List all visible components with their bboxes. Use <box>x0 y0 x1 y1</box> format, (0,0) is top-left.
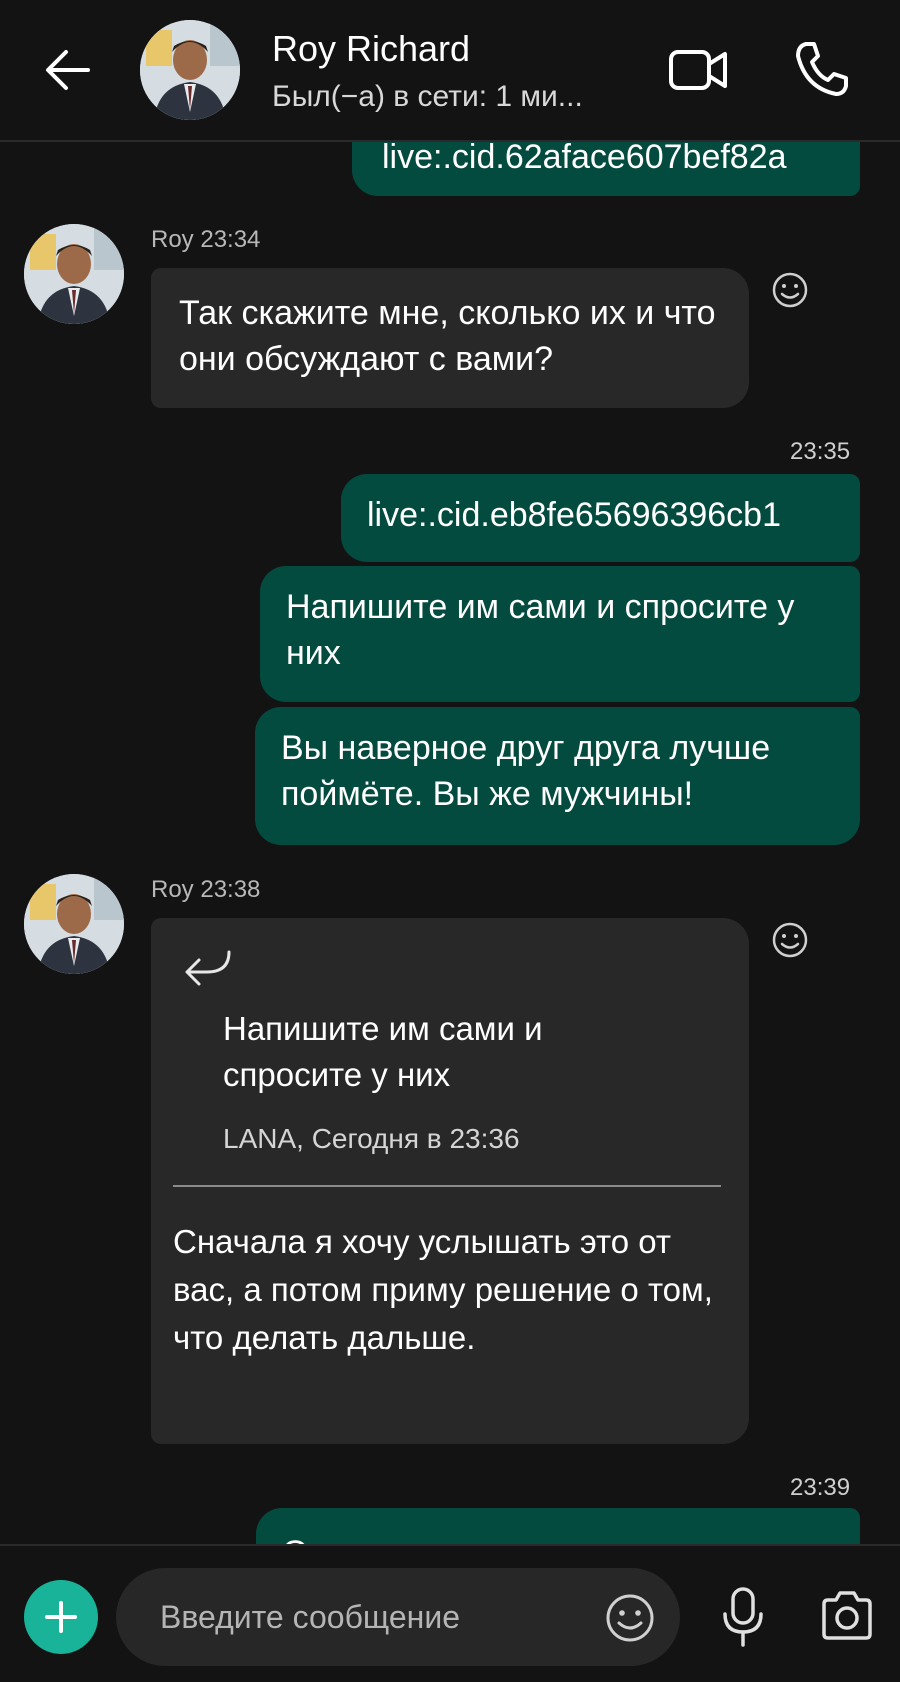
incoming-reply-message[interactable]: Напишите им сами и спросите у них LANA, … <box>151 918 749 1444</box>
message-composer <box>0 1544 900 1682</box>
video-call-button[interactable] <box>668 42 730 98</box>
emoji-button[interactable] <box>604 1592 656 1644</box>
phone-icon <box>796 42 848 96</box>
chat-screen: Roy Richard Был(−а) в сети: 1 ми... live… <box>0 0 900 1682</box>
contact-status: Был(−а) в сети: 1 ми... <box>272 80 583 113</box>
plus-icon <box>45 1601 77 1633</box>
smiley-icon <box>606 1594 654 1642</box>
message-time: 23:35 <box>790 438 851 465</box>
back-button[interactable] <box>38 38 102 102</box>
outgoing-message[interactable]: Вы наверное друг друга лучше поймёте. Вы… <box>255 707 860 845</box>
contact-avatar[interactable] <box>140 20 240 120</box>
message-text: Так скажите мне, сколько их и что они об… <box>179 294 716 378</box>
camera-button[interactable] <box>818 1588 876 1644</box>
add-attachment-button[interactable] <box>24 1580 98 1654</box>
quoted-message-text[interactable]: Напишите им сами и спросите у них <box>223 1006 643 1098</box>
avatar-photo <box>24 224 124 324</box>
voice-message-button[interactable] <box>720 1586 766 1648</box>
camera-icon <box>822 1591 872 1640</box>
sender-avatar[interactable] <box>24 224 124 324</box>
quoted-message-author: LANA, Сегодня в 23:36 <box>223 1123 520 1154</box>
message-sender-time: Roy 23:34 <box>151 226 261 253</box>
outgoing-message[interactable]: Напишите им сами и спросите у них <box>260 566 860 702</box>
message-time: 23:39 <box>790 1474 851 1501</box>
arrow-left-icon <box>46 50 90 90</box>
message-input-container <box>116 1568 680 1666</box>
sender-avatar[interactable] <box>24 874 124 974</box>
reply-arrow-icon <box>183 948 235 988</box>
message-text: Вы наверное друг друга лучше поймёте. Вы… <box>281 729 771 813</box>
avatar-photo <box>24 874 124 974</box>
react-button[interactable] <box>770 920 810 960</box>
avatar-photo <box>140 20 240 120</box>
incoming-message[interactable]: Так скажите мне, сколько их и что они об… <box>151 268 749 408</box>
message-text: live:.cid.eb8fe65696396cb1 <box>367 496 781 534</box>
smiley-icon <box>772 922 808 958</box>
message-input[interactable] <box>160 1568 590 1666</box>
chat-header: Roy Richard Был(−а) в сети: 1 ми... <box>0 0 900 142</box>
smiley-icon <box>772 272 808 308</box>
message-text: Сначала я хочу услышать это от вас, а по… <box>173 1223 713 1356</box>
video-camera-icon <box>669 50 727 90</box>
microphone-icon <box>723 1587 763 1647</box>
outgoing-message[interactable]: live:.cid.eb8fe65696396cb1 <box>341 474 860 562</box>
react-button[interactable] <box>770 270 810 310</box>
quote-divider <box>173 1185 721 1187</box>
voice-call-button[interactable] <box>790 38 852 100</box>
message-sender-time: Roy 23:38 <box>151 876 261 903</box>
message-text: Напишите им сами и спросите у них <box>286 588 795 672</box>
contact-name[interactable]: Roy Richard <box>272 28 470 70</box>
